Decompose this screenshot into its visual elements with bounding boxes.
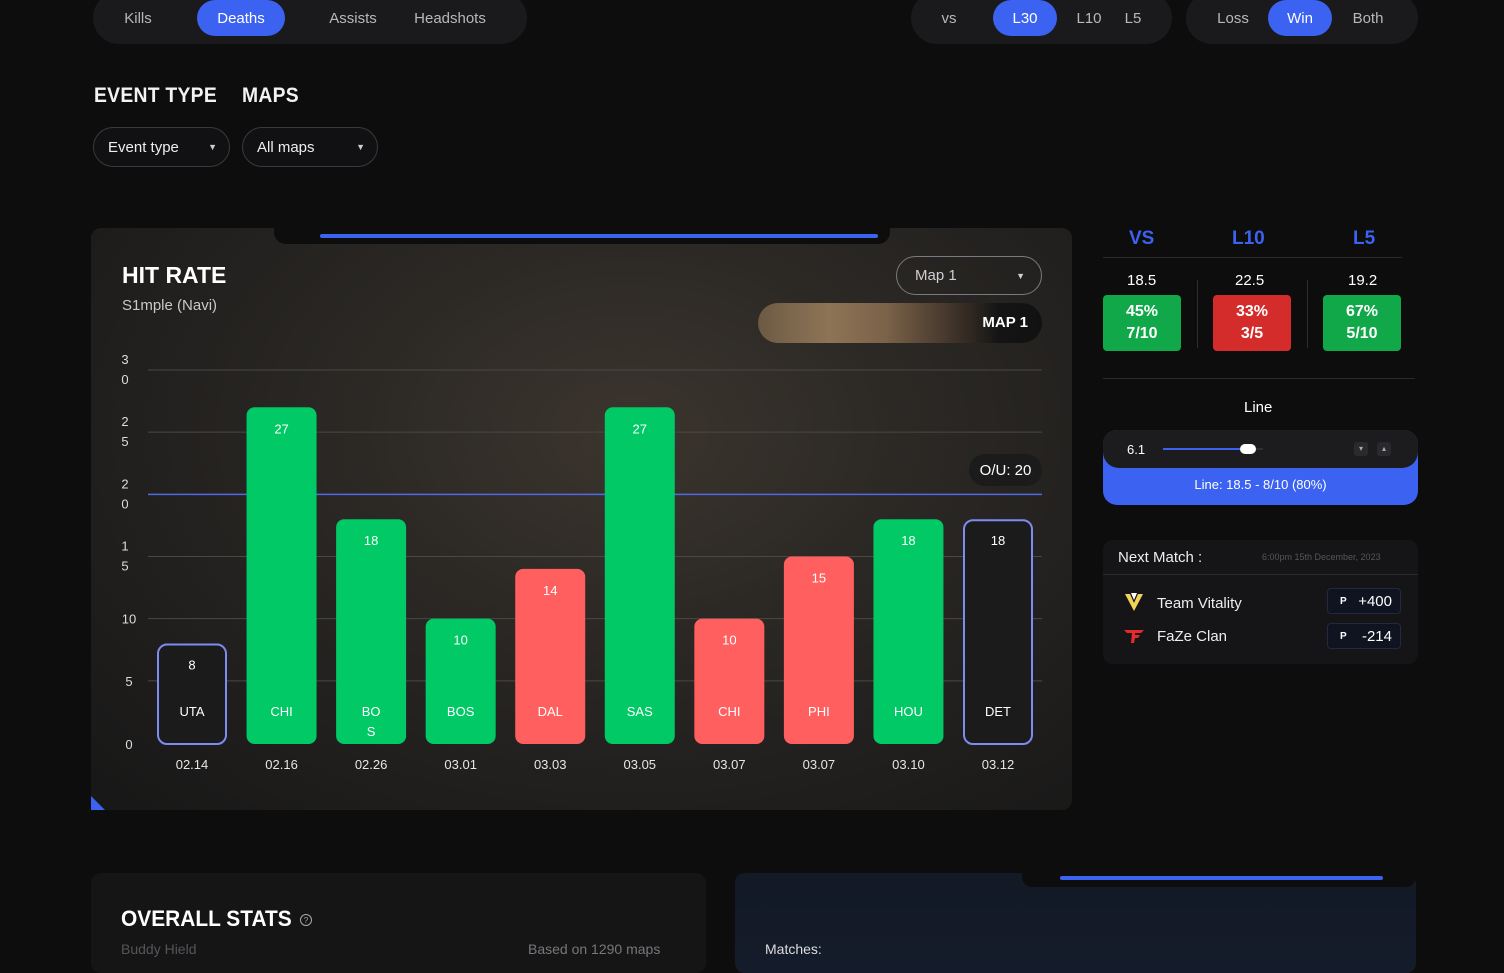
team-name: FaZe Clan [1157,628,1228,645]
summary-record: 3/5 [1240,325,1264,342]
summary-pct: 33% [1235,303,1269,320]
bar-opponent-label: BOS [447,704,475,719]
x-tick-label: 02.14 [176,757,209,772]
odds-value: -214 [1361,627,1392,645]
bar [246,407,317,744]
y-tick-label: 5 [121,559,128,574]
line-slider-thumb[interactable] [1240,444,1256,454]
summary-record: 7/10 [1126,325,1158,342]
y-tick-label: 1 [121,539,128,554]
x-tick-label: 03.10 [892,757,925,772]
x-tick-label: 02.26 [355,757,388,772]
card-accent-line [1060,876,1383,880]
bar-value-label: 14 [543,583,557,598]
overall-based-on: Based on 1290 maps [528,941,661,957]
y-tick-label: 10 [122,612,136,627]
bar-opponent-label: DET [985,704,1011,719]
bar-opponent-label: S [367,724,376,739]
x-tick-label: 03.03 [534,757,567,772]
bar-value-label: 15 [812,571,826,586]
x-tick-label: 03.05 [624,757,657,772]
odds-value: +400 [1358,592,1392,610]
summary-head-l5: L5 [1353,228,1376,249]
x-tick-label: 03.07 [803,757,836,772]
bookmaker-icon: P [1340,630,1347,642]
bar-value-label: 27 [633,421,647,436]
bar [604,407,675,744]
y-tick-label: 5 [125,674,132,689]
y-tick-label: 0 [121,372,128,387]
summary-head-vs: VS [1129,228,1155,249]
next-match-divider [1103,574,1418,575]
next-match-time: 6:00pm 15th December, 2023 [1262,552,1381,562]
overall-stats-title: OVERALL STATS [121,906,292,931]
bar-value-label: 18 [364,533,378,548]
odds-badge[interactable]: P +400 [1327,588,1401,614]
y-tick-label: 0 [121,496,128,511]
bar-opponent-label: HOU [894,704,923,719]
increment-icon[interactable]: ▴ [1377,442,1391,456]
line-result: Line: 18.5 - 8/10 (80%) [1194,477,1327,492]
y-tick-label: 3 [121,352,128,367]
bar-value-label: 10 [722,633,736,648]
x-tick-label: 03.01 [444,757,477,772]
bar-opponent-label: BO [362,704,381,719]
summary-box-l5: 67% 5/10 [1323,295,1401,351]
summary-record: 5/10 [1346,325,1378,342]
x-tick-label: 03.07 [713,757,746,772]
summary-box-l10: 33% 3/5 [1213,295,1291,351]
matches-card [735,873,1416,973]
line-value: 6.1 [1127,442,1146,457]
y-tick-label: 2 [121,414,128,429]
odds-badge[interactable]: P -214 [1327,623,1401,649]
bar-value-label: 27 [274,421,288,436]
vitality-logo-icon [1125,593,1143,611]
faze-logo-icon [1124,630,1144,643]
bar-opponent-label: CHI [718,704,740,719]
summary-col-divider [1307,280,1308,348]
y-tick-label: 2 [121,476,128,491]
bar-value-label: 18 [991,533,1005,548]
bar-opponent-label: UTA [179,704,204,719]
line-title: Line [1244,399,1273,416]
team-name: Team Vitality [1157,595,1242,612]
summary-divider [1103,378,1415,379]
bookmaker-icon: P [1340,595,1347,607]
summary-head-l10: L10 [1232,228,1265,249]
decrement-icon[interactable]: ▾ [1354,442,1368,456]
ou-badge: O/U: 20 [969,454,1042,486]
y-tick-label: 0 [125,737,132,752]
bar-opponent-label: PHI [808,704,830,719]
bar-value-label: 8 [188,658,195,673]
info-icon[interactable]: ? [300,914,312,926]
summary-pct: 45% [1125,303,1159,320]
summary-col-divider [1197,280,1198,348]
summary-divider [1103,257,1402,258]
y-tick-label: 5 [121,434,128,449]
line-slider-track[interactable] [1163,444,1263,454]
summary-line-l5: 19.2 [1348,272,1378,289]
corner-accent-icon [91,796,105,810]
matches-label: Matches: [765,941,822,957]
summary-pct: 67% [1345,303,1379,320]
x-tick-label: 03.12 [982,757,1015,772]
bar-value-label: 18 [901,533,915,548]
next-match-title: Next Match : [1118,549,1203,566]
bar-opponent-label: CHI [270,704,292,719]
bar-value-label: 10 [453,633,467,648]
overall-player: Buddy Hield [121,941,197,957]
summary-box-vs: 45% 7/10 [1103,295,1181,351]
summary-line-vs: 18.5 [1127,272,1157,289]
bar-opponent-label: DAL [538,704,563,719]
summary-line-l10: 22.5 [1235,272,1265,289]
x-tick-label: 02.16 [265,757,298,772]
bar-opponent-label: SAS [627,704,653,719]
